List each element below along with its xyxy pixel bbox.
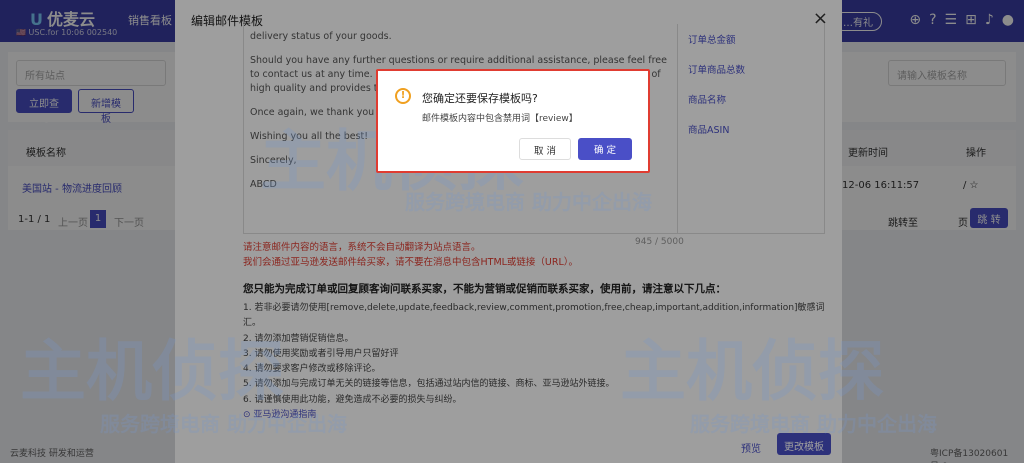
warning-icon: !: [395, 88, 411, 104]
watermark-slogan: 服务跨境电商 助力中企出海: [690, 412, 937, 436]
cancel-button[interactable]: 取 消: [519, 138, 571, 160]
watermark-brand: 主机侦探: [20, 333, 284, 410]
watermark-slogan: 服务跨境电商 助力中企出海: [100, 412, 347, 436]
confirm-message: 邮件模板内容中包含禁用词【review】: [422, 114, 578, 124]
confirm-ok-button[interactable]: 确 定: [578, 138, 632, 160]
confirm-dialog: ! 您确定还要保存模板吗? 邮件模板内容中包含禁用词【review】 取 消 确…: [376, 69, 650, 173]
confirm-title: 您确定还要保存模板吗?: [422, 92, 538, 105]
watermark-brand: 主机侦探: [620, 333, 884, 410]
watermark-slogan: 服务跨境电商 助力中企出海: [405, 190, 652, 214]
